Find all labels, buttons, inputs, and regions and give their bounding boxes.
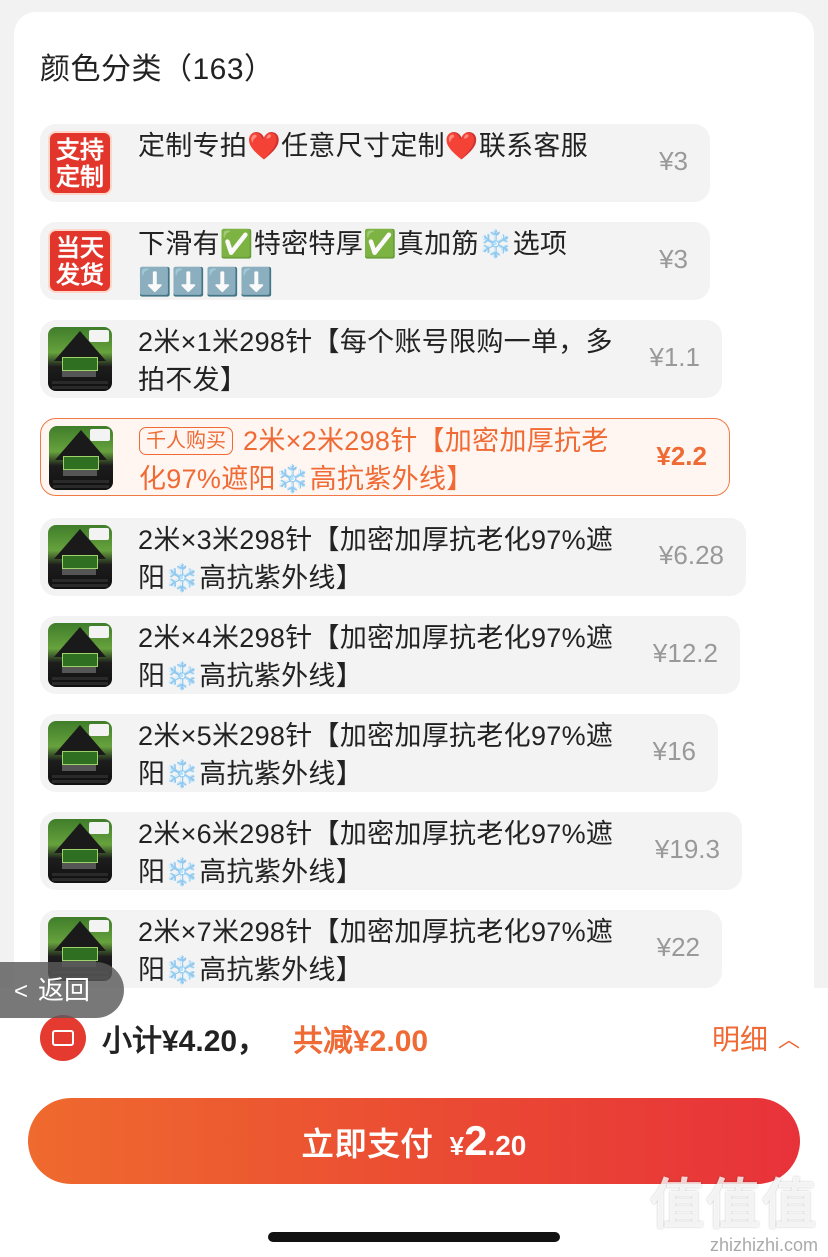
option-item[interactable]: 2米×3米298针【加密加厚抗老化97%遮阳❄️高抗紫外线】 ¥6.28	[40, 518, 746, 596]
shade-net-thumb	[48, 721, 112, 785]
option-item[interactable]: 支持定制 定制专拍❤️任意尺寸定制❤️联系客服 ¥3	[40, 124, 710, 202]
pay-amount-decimal: .20	[487, 1130, 527, 1161]
pay-label: 立即支付	[301, 1126, 434, 1162]
chevron-left-icon: <	[14, 978, 29, 1005]
pay-currency: ¥	[449, 1131, 465, 1161]
shade-net-thumb	[48, 327, 112, 391]
option-item[interactable]: 当天发货 下滑有✅特密特厚✅真加筋❄️选项⬇️⬇️⬇️⬇️ ¥3	[40, 222, 710, 300]
shade-net-thumb	[48, 525, 112, 589]
option-price: ¥6.28	[658, 540, 724, 570]
option-label: 2米×3米298针【加密加厚抗老化97%遮阳❄️高抗紫外线】	[138, 525, 614, 593]
option-item[interactable]: 2米×5米298针【加密加厚抗老化97%遮阳❄️高抗紫外线】 ¥16	[40, 714, 718, 792]
option-item-selected[interactable]: 千人购买 2米×2米298针【加密加厚抗老化97%遮阳❄️高抗紫外线】 ¥2.2	[40, 418, 730, 496]
pay-now-button[interactable]: 立即支付 ¥2.20	[28, 1098, 800, 1184]
option-label: 2米×4米298针【加密加厚抗老化97%遮阳❄️高抗紫外线】	[138, 623, 614, 691]
back-button[interactable]: < 返回	[0, 962, 124, 1018]
option-price: ¥3	[659, 146, 688, 176]
section-title: 颜色分类（163）	[40, 53, 275, 86]
option-item[interactable]: 2米×7米298针【加密加厚抗老化97%遮阳❄️高抗紫外线】 ¥22	[40, 910, 722, 988]
chevron-up-icon: ︿	[777, 1027, 800, 1052]
discount-text: 共减¥2.00	[293, 1025, 429, 1058]
option-label: 定制专拍❤️任意尺寸定制❤️联系客服	[138, 131, 589, 161]
watermark: 值值值 zhizhizhi.com	[650, 1178, 818, 1256]
option-item[interactable]: 2米×1米298针【每个账号限购一单，多拍不发】 ¥1.1	[40, 320, 722, 398]
option-label: 2米×7米298针【加密加厚抗老化97%遮阳❄️高抗紫外线】	[138, 917, 614, 985]
detail-label: 明细	[711, 1024, 768, 1055]
option-item[interactable]: 2米×4米298针【加密加厚抗老化97%遮阳❄️高抗紫外线】 ¥12.2	[40, 616, 740, 694]
shade-net-thumb	[49, 426, 113, 490]
pay-amount-integer: 2	[464, 1117, 488, 1164]
same-day-badge-thumb: 当天发货	[48, 229, 112, 293]
option-item[interactable]: 2米×6米298针【加密加厚抗老化97%遮阳❄️高抗紫外线】 ¥19.3	[40, 812, 742, 890]
watermark-domain: zhizhizhi.com	[709, 1235, 818, 1255]
custom-badge-thumb: 支持定制	[48, 131, 112, 195]
shade-net-thumb	[48, 623, 112, 687]
option-label-wrap: 千人购买 2米×2米298针【加密加厚抗老化97%遮阳❄️高抗紫外线】	[139, 422, 619, 498]
back-label: 返回	[38, 975, 91, 1005]
shade-net-thumb	[48, 819, 112, 883]
coupon-icon	[40, 1015, 86, 1061]
option-price: ¥19.3	[654, 834, 720, 864]
detail-toggle[interactable]: 明细 ︿	[712, 1018, 800, 1058]
option-label: 2米×1米298针【每个账号限购一单，多拍不发】	[138, 327, 613, 395]
watermark-mark: 值值值	[650, 1175, 818, 1235]
option-label: 2米×6米298针【加密加厚抗老化97%遮阳❄️高抗紫外线】	[138, 819, 614, 887]
option-price: ¥3	[659, 244, 688, 274]
option-price: ¥2.2	[656, 441, 707, 471]
option-label: 下滑有✅特密特厚✅真加筋❄️选项⬇️⬇️⬇️⬇️	[138, 229, 568, 297]
popular-tag: 千人购买	[139, 427, 233, 455]
option-price: ¥16	[652, 736, 696, 766]
option-price: ¥12.2	[652, 638, 718, 668]
option-price: ¥1.1	[649, 342, 700, 372]
option-price: ¥22	[656, 932, 700, 962]
subtotal-text: 小计¥4.20，	[102, 1025, 268, 1058]
home-indicator	[268, 1232, 560, 1242]
option-label: 2米×5米298针【加密加厚抗老化97%遮阳❄️高抗紫外线】	[138, 721, 614, 789]
